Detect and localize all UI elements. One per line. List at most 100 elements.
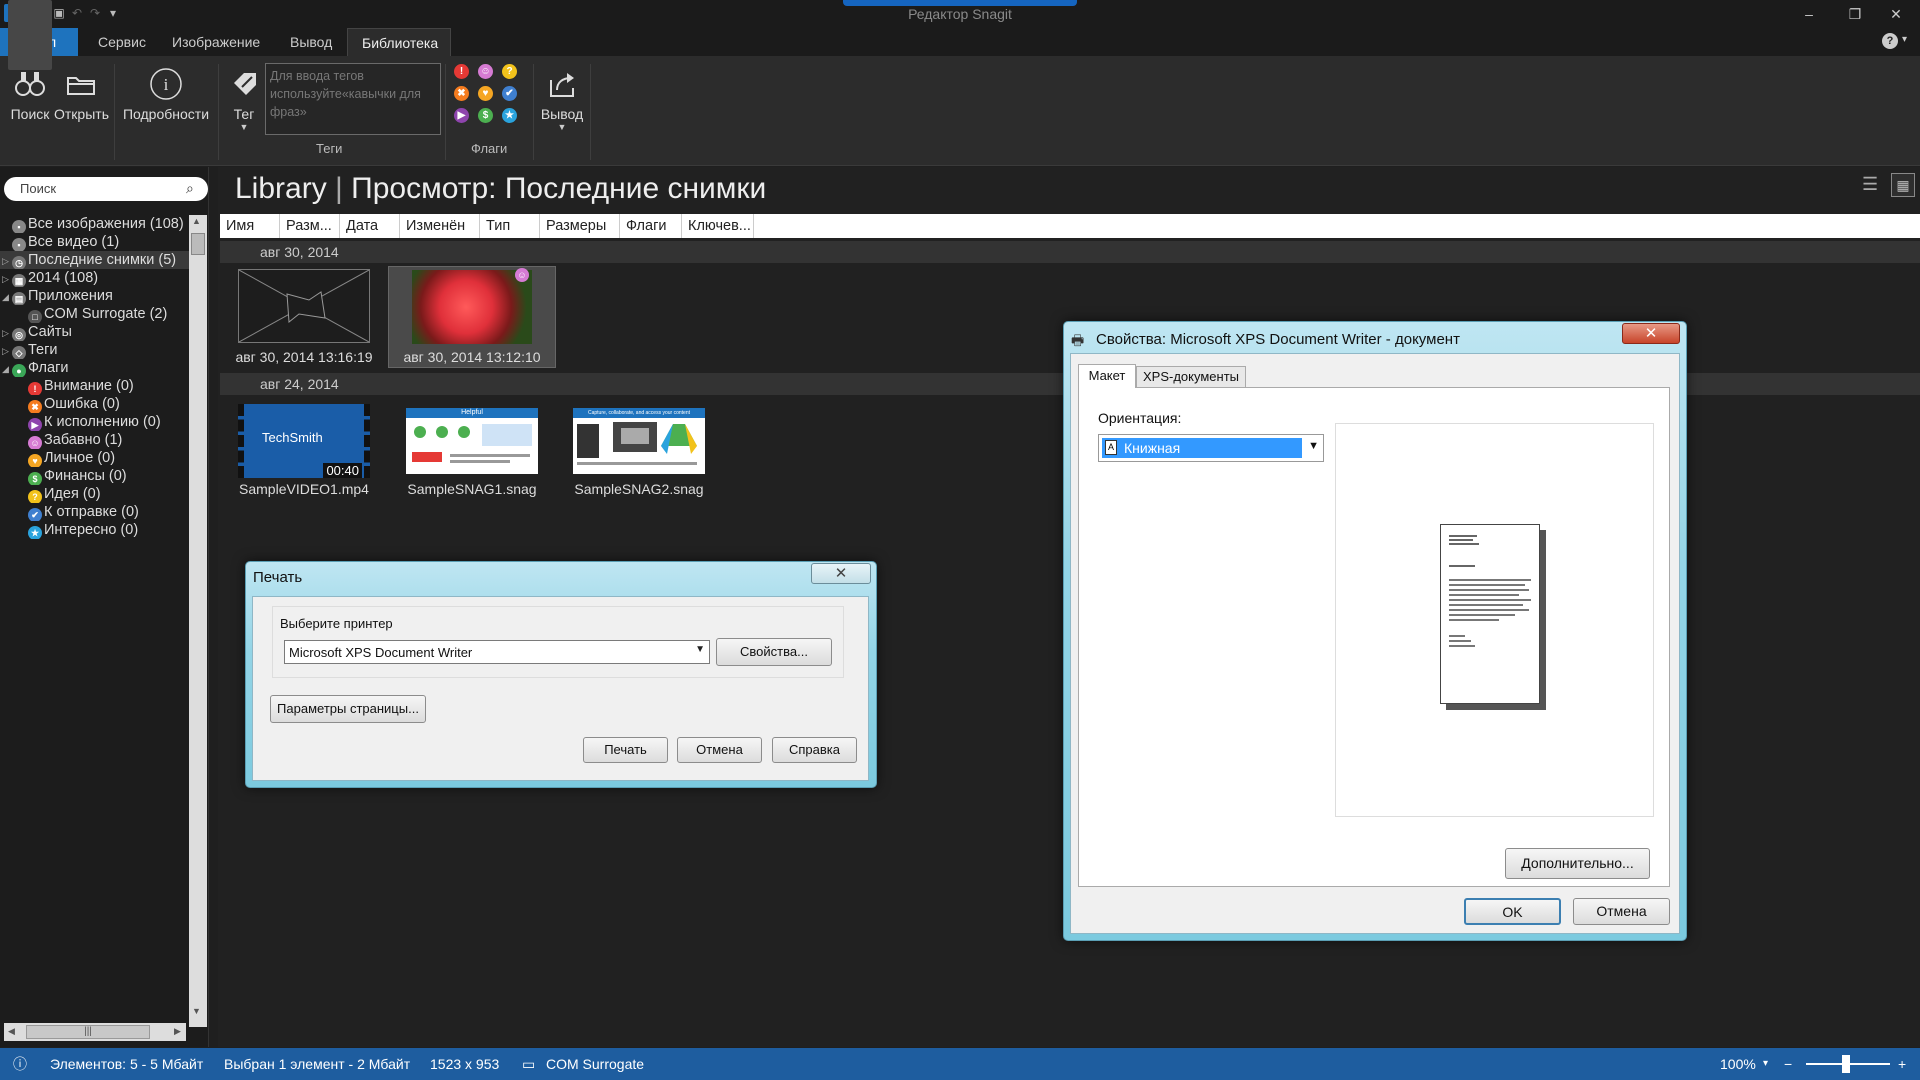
restore-icon[interactable]: ❐ xyxy=(1835,4,1875,24)
library-search-input[interactable]: Поиск xyxy=(4,177,208,201)
list-view-icon[interactable]: ☰ xyxy=(1862,174,1878,195)
properties-dialog-close-icon[interactable]: ✕ xyxy=(1622,323,1680,344)
tab-layout[interactable]: Макет xyxy=(1078,364,1136,388)
sidebar-vertical-scrollbar[interactable] xyxy=(189,215,207,1027)
sidebar-tree-item[interactable]: ▷ ▦ 2014 (108) xyxy=(0,269,190,287)
zoom-in-icon[interactable]: + xyxy=(1898,1048,1906,1080)
flag-icon[interactable]: ☺ xyxy=(478,64,493,79)
flag-icon[interactable]: ? xyxy=(502,64,517,79)
print-dialog-close-icon[interactable]: ✕ xyxy=(811,563,871,584)
sidebar-tree-item-label: Внимание (0) xyxy=(44,378,134,394)
date-group-header[interactable]: авг 30, 2014 xyxy=(220,241,1920,263)
expand-toggle-icon[interactable]: ◢ xyxy=(2,288,12,305)
sidebar-tree-item[interactable]: ▷ ◇ Теги xyxy=(0,341,190,359)
sidebar-tree-item[interactable]: ! Внимание (0) xyxy=(0,377,190,395)
sidebar-tree-item[interactable]: ◢ ● Флаги xyxy=(0,359,190,377)
expand-toggle-icon[interactable]: ◢ xyxy=(2,360,12,377)
sidebar-tree-item[interactable]: ▪ Все видео (1) xyxy=(0,233,190,251)
orientation-select[interactable]: Книжная A ▼ xyxy=(1098,434,1324,462)
thumbnail-rose-photo[interactable] xyxy=(412,270,532,344)
column-header[interactable]: Флаги xyxy=(620,214,682,238)
print-help-button[interactable]: Справка xyxy=(772,737,857,763)
sidebar-tree-item[interactable]: □ COM Surrogate (2) xyxy=(0,305,190,323)
thumbnail-snag1[interactable]: Helpful xyxy=(406,408,538,474)
help-menu-chevron-icon[interactable]: ▾ xyxy=(1902,34,1907,45)
print-button[interactable]: Печать xyxy=(583,737,668,763)
sidebar-tree-item[interactable]: ▶ К исполнению (0) xyxy=(0,413,190,431)
tab-xps-documents[interactable]: XPS-документы xyxy=(1136,366,1246,388)
column-header[interactable]: Разм... xyxy=(280,214,340,238)
zoom-dropdown-chevron-icon[interactable]: ▾ xyxy=(1763,1048,1768,1080)
print-cancel-button[interactable]: Отмена xyxy=(677,737,762,763)
ok-button[interactable]: OK xyxy=(1464,898,1561,925)
printer-select[interactable]: Microsoft XPS Document Writer ▼ xyxy=(284,640,710,664)
thumbnail-video[interactable]: TechSmith 00:40 xyxy=(238,404,370,478)
sidebar-scroll-thumb[interactable] xyxy=(191,233,205,255)
scroll-left-icon[interactable]: ◀ xyxy=(8,1026,15,1037)
sidebar-tree-item[interactable]: ☺ Забавно (1) xyxy=(0,431,190,449)
column-header[interactable]: Тип xyxy=(480,214,540,238)
sidebar-tree-item[interactable]: ♥ Личное (0) xyxy=(0,449,190,467)
properties-cancel-button[interactable]: Отмена xyxy=(1573,898,1670,925)
grid-view-icon[interactable]: ▦ xyxy=(1891,173,1915,197)
thumbnail-caption[interactable]: авг 30, 2014 13:16:19 xyxy=(224,349,384,365)
flag-icon[interactable]: ! xyxy=(454,64,469,79)
column-header[interactable]: Размеры xyxy=(540,214,620,238)
close-icon[interactable]: ✕ xyxy=(1876,4,1916,24)
thumbnail-caption[interactable]: авг 30, 2014 13:12:10 xyxy=(392,349,552,365)
thumbnail-broken-image[interactable] xyxy=(238,269,370,343)
column-header[interactable]: Имя xyxy=(220,214,280,238)
minimize-icon[interactable]: – xyxy=(1789,4,1829,24)
sidebar-hscroll-thumb[interactable]: ||| xyxy=(26,1025,150,1039)
menu-service[interactable]: Сервис xyxy=(84,28,160,56)
expand-toggle-icon[interactable]: ▷ xyxy=(2,252,12,269)
sidebar-tree-item[interactable]: ★ Интересно (0) xyxy=(0,521,190,539)
printer-properties-button[interactable]: Свойства... xyxy=(716,638,832,666)
sidebar-tree-item-label: Теги xyxy=(28,342,58,358)
sidebar-tree-item[interactable]: $ Финансы (0) xyxy=(0,467,190,485)
menu-image[interactable]: Изображение xyxy=(158,28,274,56)
zoom-level[interactable]: 100% xyxy=(1720,1048,1756,1080)
sidebar-tree-item[interactable]: ◢ ▤ Приложения xyxy=(0,287,190,305)
sidebar-tree-item[interactable]: ▷ ◷ Последние снимки (5) xyxy=(0,251,190,269)
scroll-right-icon[interactable]: ▶ xyxy=(174,1026,181,1037)
scroll-down-icon[interactable]: ▼ xyxy=(192,1006,201,1016)
column-header[interactable]: Изменён xyxy=(400,214,480,238)
advanced-button[interactable]: Дополнительно... xyxy=(1505,848,1650,879)
thumbnail-caption[interactable]: SampleSNAG2.snag xyxy=(559,481,719,497)
expand-toggle-icon[interactable]: ▷ xyxy=(2,270,12,287)
flag-icon[interactable]: ▶ xyxy=(454,108,469,123)
search-button[interactable]: Поиск xyxy=(8,62,52,122)
flag-icon[interactable]: ✔ xyxy=(502,86,517,101)
thumbnail-caption[interactable]: SampleVIDEO1.mp4 xyxy=(224,481,384,497)
sidebar-tree-item[interactable]: ✖ Ошибка (0) xyxy=(0,395,190,413)
flag-icon[interactable]: ✖ xyxy=(454,86,469,101)
tag-button[interactable]: Тег ▼ xyxy=(226,62,262,132)
flag-icon[interactable]: ★ xyxy=(502,108,517,123)
sidebar-tree-item[interactable]: ? Идея (0) xyxy=(0,485,190,503)
menu-library[interactable]: Библиотека xyxy=(347,28,451,56)
flag-icon[interactable]: $ xyxy=(478,108,493,123)
tags-input[interactable]: Для ввода тегов используйте«кавычки для … xyxy=(265,63,441,135)
flag-icon[interactable]: ♥ xyxy=(478,86,493,101)
open-button[interactable]: Открыть xyxy=(54,62,109,122)
thumbnail-caption[interactable]: SampleSNAG1.snag xyxy=(392,481,552,497)
page-setup-button[interactable]: Параметры страницы... xyxy=(270,695,426,723)
zoom-slider-thumb[interactable] xyxy=(1842,1055,1850,1073)
help-icon[interactable]: ? xyxy=(1882,33,1898,49)
expand-toggle-icon[interactable]: ▷ xyxy=(2,324,12,341)
details-button[interactable]: i Подробности xyxy=(120,62,212,122)
zoom-out-icon[interactable]: − xyxy=(1784,1048,1792,1080)
expand-toggle-icon[interactable]: ▷ xyxy=(2,342,12,359)
output-button[interactable]: Вывод ▼ xyxy=(536,62,588,132)
sidebar-tree-item[interactable]: ▪ Все изображения (108) xyxy=(0,215,190,233)
column-header[interactable]: Дата xyxy=(340,214,400,238)
scroll-up-icon[interactable]: ▲ xyxy=(192,216,201,226)
sidebar-tree-item[interactable]: ✔ К отправке (0) xyxy=(0,503,190,521)
info-icon[interactable]: ⓘ xyxy=(10,1048,30,1080)
sidebar-tree-item[interactable]: ▷ ◎ Сайты xyxy=(0,323,190,341)
menu-output[interactable]: Вывод xyxy=(276,28,346,56)
search-icon[interactable]: ⌕ xyxy=(186,180,194,197)
thumbnail-snag2[interactable]: Capture, collaborate, and access your co… xyxy=(573,408,705,474)
column-header[interactable]: Ключев... xyxy=(682,214,754,238)
